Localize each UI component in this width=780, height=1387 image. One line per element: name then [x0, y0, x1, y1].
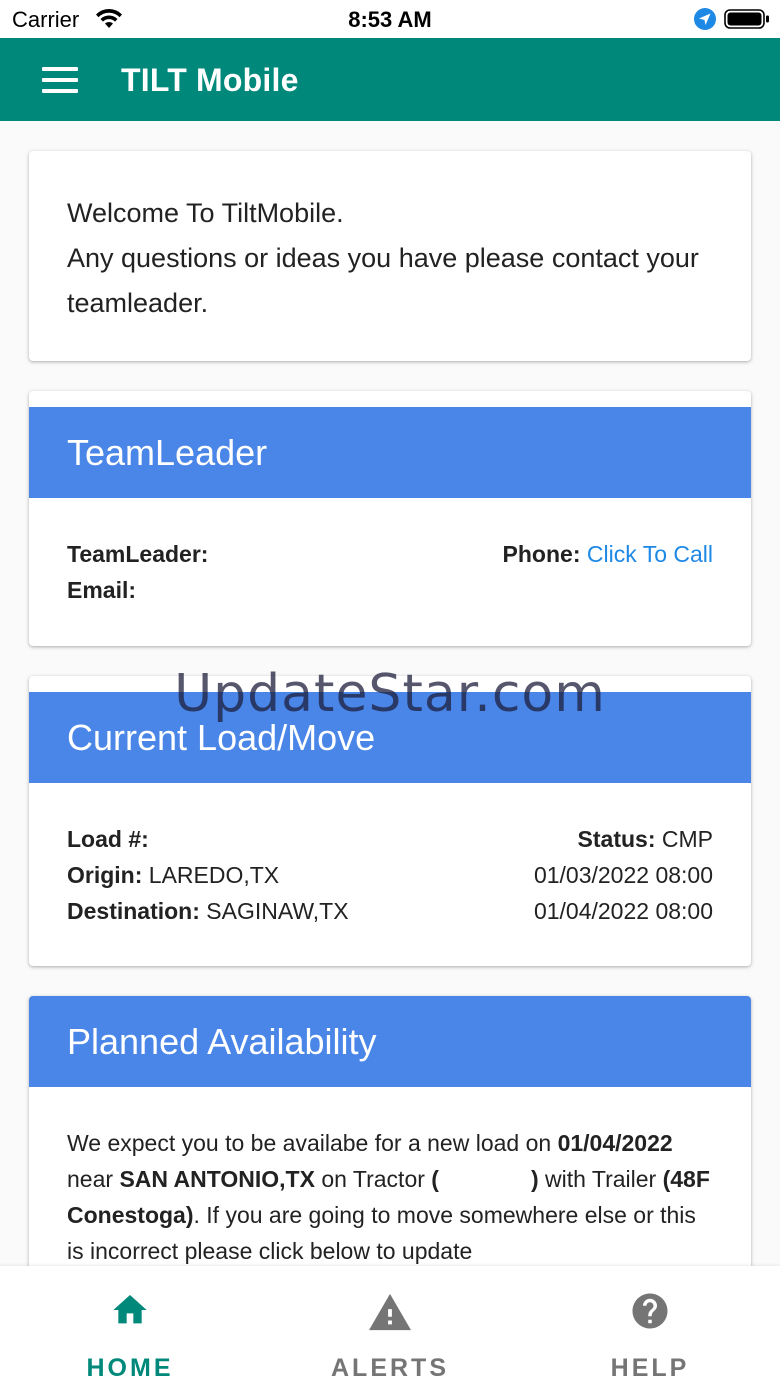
- click-to-call-link[interactable]: Click To Call: [587, 541, 713, 567]
- planned-availability-card: Planned Availability We expect you to be…: [29, 996, 751, 1266]
- status-bar: Carrier 8:53 AM: [0, 0, 780, 38]
- help-icon: [520, 1290, 780, 1337]
- location-arrow-icon: [694, 8, 716, 35]
- email-label: Email:: [67, 577, 137, 603]
- warning-icon: [260, 1290, 520, 1337]
- clock: 8:53 AM: [348, 7, 432, 32]
- teamleader-card: TeamLeader TeamLeader: Phone: Click To C…: [29, 391, 751, 646]
- load-number-label: Load #:: [67, 826, 149, 852]
- welcome-line-1: Welcome To TiltMobile.: [67, 198, 344, 228]
- destination-value: SAGINAW,TX: [206, 898, 349, 924]
- phone-label: Phone:: [502, 541, 581, 567]
- available-date: 01/04/2022: [557, 1130, 673, 1156]
- nav-help[interactable]: HELP: [520, 1266, 780, 1387]
- app-bar: TILT Mobile: [0, 38, 780, 121]
- planned-availability-header: Planned Availability: [29, 996, 751, 1087]
- nav-home[interactable]: HOME: [0, 1266, 260, 1387]
- nav-home-label: HOME: [86, 1354, 174, 1382]
- nav-help-label: HELP: [610, 1354, 690, 1382]
- status-label: Status:: [577, 826, 656, 852]
- home-icon: [0, 1290, 260, 1335]
- bottom-navigation: HOME ALERTS HELP: [0, 1266, 780, 1387]
- origin-datetime: 01/03/2022 08:00: [533, 862, 713, 888]
- teamleader-label: TeamLeader:: [67, 541, 209, 567]
- welcome-card: Welcome To TiltMobile. Any questions or …: [29, 151, 751, 361]
- destination-label: Destination:: [67, 898, 200, 924]
- planned-availability-text: We expect you to be availabe for a new l…: [67, 1130, 710, 1264]
- teamleader-header: TeamLeader: [29, 407, 751, 498]
- available-location: SAN ANTONIO,TX: [119, 1166, 315, 1192]
- origin-value: LAREDO,TX: [148, 862, 280, 888]
- welcome-line-2: Any questions or ideas you have please c…: [67, 243, 699, 318]
- watermark: UpdateStar.com: [174, 664, 606, 724]
- destination-datetime: 01/04/2022 08:00: [533, 898, 713, 924]
- nav-alerts-label: ALERTS: [331, 1354, 449, 1382]
- battery-icon: [724, 9, 770, 34]
- app-title: TILT Mobile: [121, 62, 299, 98]
- hamburger-menu-icon[interactable]: [40, 63, 80, 95]
- origin-label: Origin:: [67, 862, 143, 888]
- nav-alerts[interactable]: ALERTS: [260, 1266, 520, 1387]
- status-value: CMP: [661, 826, 713, 852]
